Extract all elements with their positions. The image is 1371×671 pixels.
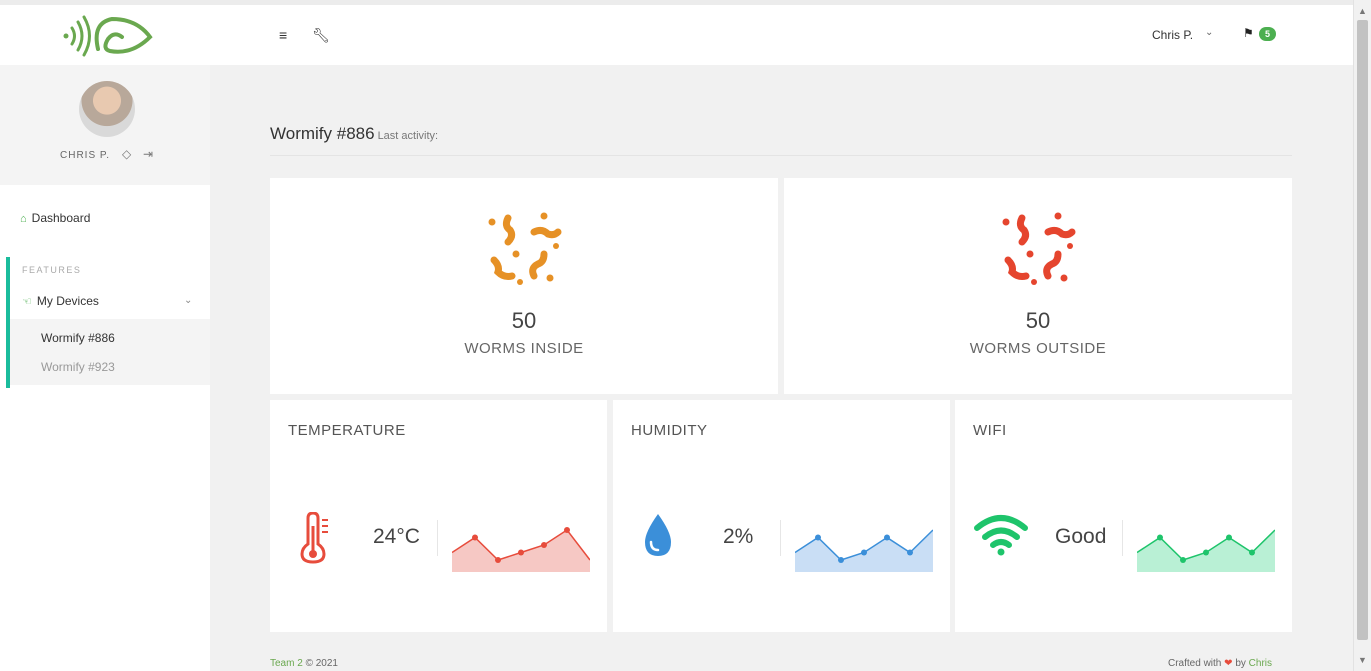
wormify-logo[interactable] — [62, 13, 154, 59]
author-link[interactable]: Chris — [1249, 658, 1272, 669]
temperature-title: TEMPERATURE — [288, 422, 406, 439]
scroll-thumb[interactable] — [1357, 20, 1368, 640]
wifi-spark-point — [1180, 557, 1186, 563]
section-label-features: FEATURES — [22, 265, 82, 275]
wifi-spark-point — [1249, 549, 1255, 556]
worms-outside-label: WORMS OUTSIDE — [969, 340, 1107, 357]
wifi-title: WIFI — [973, 422, 1007, 439]
divider — [780, 520, 781, 556]
home-icon: ⌂ — [20, 213, 27, 225]
hand-icon: ☜ — [22, 296, 32, 308]
sidebar-item-label: My Devices — [36, 294, 99, 308]
user-menu[interactable]: Chris P. — [1152, 28, 1193, 42]
scroll-up-arrow-icon[interactable]: ▲ — [1358, 6, 1367, 16]
humidity-sparkline — [795, 529, 933, 572]
team-link[interactable]: Team 2 — [270, 658, 303, 669]
sidebar-item-wormify-886[interactable]: Wormify #886 — [41, 331, 115, 345]
profile-name: CHRIS P. — [60, 150, 111, 161]
divider — [270, 155, 1292, 156]
chevron-down-icon[interactable]: ⌄ — [1205, 27, 1213, 38]
logout-icon[interactable]: ⇥ — [143, 147, 153, 161]
wifi-spark-point — [1157, 534, 1163, 541]
copyright-text: © 2021 — [305, 658, 338, 669]
wifi-spark-point — [1226, 534, 1232, 541]
humidity-card: HUMIDITY 2% — [613, 400, 950, 632]
chevron-down-icon[interactable]: ⌄ — [184, 295, 192, 306]
flag-icon[interactable]: ⚑ — [1243, 26, 1254, 40]
devices-submenu: Wormify #886 Wormify #923 — [10, 319, 210, 385]
wifi-icon — [974, 515, 1028, 556]
wifi-spark-point — [1203, 549, 1209, 556]
sidebar: CHRIS P. ◇ ⇥ ⌂ Dashboard FEATURES ☜ My Dev… — [0, 65, 210, 671]
wifi-value: Good — [1055, 525, 1107, 548]
humidity-spark-point — [815, 534, 821, 541]
page-subtitle: Last activity: — [377, 130, 439, 142]
device-title: Wormify #886 — [270, 124, 375, 143]
temperature-spark-point — [564, 527, 570, 533]
humidity-spark-point — [907, 549, 913, 556]
vertical-scrollbar[interactable]: ▲ ▼ — [1353, 0, 1371, 671]
temperature-sparkline — [452, 527, 590, 572]
sidebar-item-wormify-923[interactable]: Wormify #923 — [41, 360, 115, 374]
humidity-spark-point — [884, 534, 890, 541]
sidebar-item-my-devices[interactable]: ☜ My Devices — [22, 294, 99, 308]
worms-outside-count: 50 — [1025, 308, 1051, 333]
wifi-sparkline — [1137, 529, 1275, 572]
temperature-card: TEMPERATURE 24°C — [270, 400, 607, 632]
wrench-icon[interactable]: 🔧︎ — [312, 27, 330, 44]
sidebar-item-label: Dashboard — [31, 211, 91, 225]
worms-outside-card: 50 WORMS OUTSIDE — [784, 178, 1292, 394]
worms-inside-label: WORMS INSIDE — [464, 340, 584, 357]
avatar[interactable] — [79, 81, 135, 137]
temperature-spark-point — [541, 542, 547, 548]
notification-badge[interactable]: 5 — [1259, 27, 1277, 41]
page-title: Wormify #886 Last activity: — [270, 124, 438, 144]
thermometer-icon — [300, 512, 328, 564]
wifi-card: WIFI Good — [955, 400, 1292, 632]
footer-left: Team 2 © 2021 — [270, 658, 338, 669]
worms-inside-count: 50 — [511, 308, 537, 333]
humidity-title: HUMIDITY — [631, 422, 708, 439]
hamburger-icon[interactable]: ≡ — [279, 27, 287, 43]
temperature-spark-point — [472, 534, 478, 541]
temperature-value: 24°C — [373, 525, 420, 548]
drop-icon[interactable]: ◇ — [122, 147, 131, 161]
humidity-value: 2% — [723, 525, 754, 548]
sidebar-item-dashboard[interactable]: ⌂ Dashboard — [20, 211, 90, 225]
divider — [1122, 520, 1123, 556]
heart-icon: ❤ — [1224, 658, 1233, 669]
divider — [437, 520, 438, 556]
by-text: by — [1235, 658, 1246, 669]
crafted-text: Crafted with — [1168, 658, 1222, 669]
water-drop-icon — [645, 514, 671, 556]
scroll-down-arrow-icon[interactable]: ▼ — [1358, 655, 1367, 665]
profile-panel: CHRIS P. ◇ ⇥ — [0, 65, 210, 185]
humidity-spark-point — [838, 557, 844, 563]
worms-inside-card: 50 WORMS INSIDE — [270, 178, 778, 394]
temperature-spark-point — [495, 557, 501, 563]
top-header: ≡ 🔧︎ Chris P. ⌄ ⚑ 5 — [0, 5, 1353, 65]
humidity-spark-point — [861, 549, 867, 556]
footer-right: Crafted with ❤ by Chris — [1168, 658, 1272, 669]
temperature-spark-point — [518, 549, 524, 556]
worms-inside-icon — [488, 212, 562, 285]
worms-outside-icon — [1002, 212, 1076, 285]
